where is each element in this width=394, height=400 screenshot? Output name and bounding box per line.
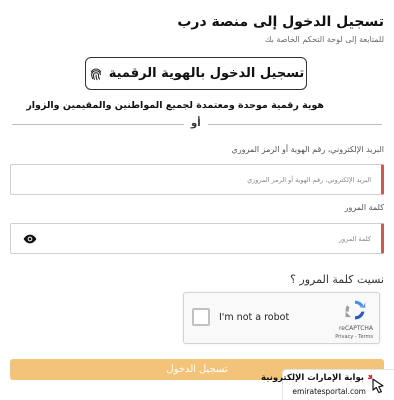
login-page: تسجيل الدخول إلى منصة درب للمتابعة إلى ل… [0, 0, 394, 400]
uaepass-login-button[interactable]: تسجيل الدخول بالهوية الرقمية [85, 57, 307, 90]
email-field-label: البريد الإلكتروني، رقم الهوية أو الرمز ا… [231, 145, 384, 154]
emirates-portal-watermark: بوابة الإمارات الإلكترونية emiratesporta… [261, 369, 394, 400]
recaptcha-checkbox[interactable] [192, 308, 210, 326]
password-field[interactable]: كلمة المرور [10, 223, 384, 254]
watermark-latin-text: emiratesportal.com [292, 387, 366, 396]
recaptcha-logo-icon [345, 300, 366, 320]
cursor-click-icon [368, 374, 384, 394]
uaepass-button-label: تسجيل الدخول بالهوية الرقمية [108, 66, 305, 81]
or-label: أو [184, 118, 208, 129]
recaptcha-widget: I'm not a robot reCAPTCHA Privacy - Term… [183, 292, 380, 344]
eye-icon[interactable] [23, 233, 37, 245]
recaptcha-links[interactable]: Privacy - Terms [335, 334, 373, 340]
page-title: تسجيل الدخول إلى منصة درب [177, 14, 384, 30]
watermark-arabic-text: بوابة الإمارات الإلكترونية [261, 373, 364, 383]
password-field-label: كلمة المرور [344, 203, 384, 212]
recaptcha-label: I'm not a robot [219, 312, 290, 323]
email-field[interactable]: البريد الإلكتروني، رقم الهوية أو الرمز ا… [10, 164, 384, 195]
password-field-placeholder: كلمة المرور [339, 234, 371, 243]
forgot-password-link[interactable]: نسيت كلمة المرور ؟ [290, 273, 384, 286]
email-field-placeholder: البريد الإلكتروني، رقم الهوية أو الرمز ا… [247, 175, 371, 184]
fingerprint-icon [90, 67, 101, 80]
uaepass-description: هوية رقمية موحدة ومعتمدة لجميع المواطنين… [26, 100, 324, 111]
page-subtitle: للمتابعة إلى لوحة التحكم الخاصة بك [264, 35, 384, 44]
recaptcha-brand: reCAPTCHA [338, 325, 373, 332]
